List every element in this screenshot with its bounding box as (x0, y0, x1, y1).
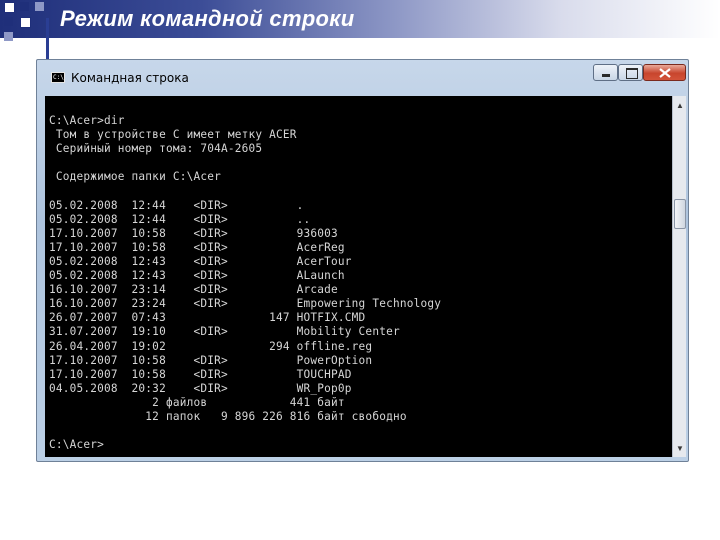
console-line: 26.07.2007 07:43 147 HOTFIX.CMD (49, 311, 366, 325)
console-line: 31.07.2007 19:10 <DIR> Mobility Center (49, 325, 400, 339)
window-titlebar[interactable]: C:\ Командная строка (37, 60, 688, 94)
decorative-line (46, 18, 49, 64)
console-line: 17.10.2007 10:58 <DIR> TOUCHPAD (49, 367, 352, 381)
console-line: 04.05.2008 20:32 <DIR> WR_Pop0p (49, 381, 352, 395)
console-line: 16.10.2007 23:24 <DIR> Empowering Techno… (49, 297, 442, 311)
slide-title: Режим командной строки (60, 6, 355, 31)
console-line: Содержимое папки C:\Acer (49, 170, 221, 184)
close-icon (659, 68, 671, 78)
console-output-area[interactable]: C:\Acer>dir Том в устройстве C имеет мет… (45, 96, 672, 457)
console-line: C:\Acer>dir (49, 114, 125, 127)
console-line: C:\Acer> (49, 438, 105, 452)
minimize-icon (602, 74, 610, 77)
console-line: 12 папок 9 896 226 816 байт свободно (49, 409, 407, 423)
console-line: Серийный номер тома: 704A-2605 (49, 142, 263, 156)
command-prompt-window[interactable]: C:\ Командная строка C:\Acer>dir Том в у… (36, 59, 689, 462)
console-line: 05.02.2008 12:44 <DIR> . (49, 198, 304, 212)
console-app-icon: C:\ (51, 72, 65, 83)
scroll-thumb[interactable] (674, 199, 686, 229)
close-button[interactable] (643, 64, 686, 81)
console-line: 05.02.2008 12:44 <DIR> .. (49, 212, 311, 226)
console-line: 16.10.2007 23:14 <DIR> Arcade (49, 283, 338, 297)
console-line: 17.10.2007 10:58 <DIR> AcerReg (49, 240, 345, 254)
decorative-squares (0, 0, 60, 44)
maximize-icon (626, 68, 638, 79)
maximize-button[interactable] (618, 64, 643, 81)
console-line: 17.10.2007 10:58 <DIR> PowerOption (49, 353, 373, 367)
scroll-up-arrow-icon[interactable]: ▲ (674, 98, 686, 112)
scroll-down-arrow-icon[interactable]: ▼ (674, 441, 686, 455)
console-text: C:\Acer>dir Том в устройстве C имеет мет… (49, 114, 441, 452)
console-line: 26.04.2007 19:02 294 offline.reg (49, 339, 373, 353)
vertical-scrollbar[interactable]: ▲ ▼ (672, 96, 686, 457)
console-line: 17.10.2007 10:58 <DIR> 936003 (49, 226, 338, 240)
console-line: Том в устройстве C имеет метку ACER (49, 128, 297, 142)
console-line: 2 файлов 441 байт (49, 395, 345, 409)
console-line: 05.02.2008 12:43 <DIR> ALaunch (49, 269, 345, 283)
console-line: 05.02.2008 12:43 <DIR> AcerTour (49, 254, 352, 268)
window-title: Командная строка (71, 71, 189, 85)
minimize-button[interactable] (593, 64, 618, 81)
